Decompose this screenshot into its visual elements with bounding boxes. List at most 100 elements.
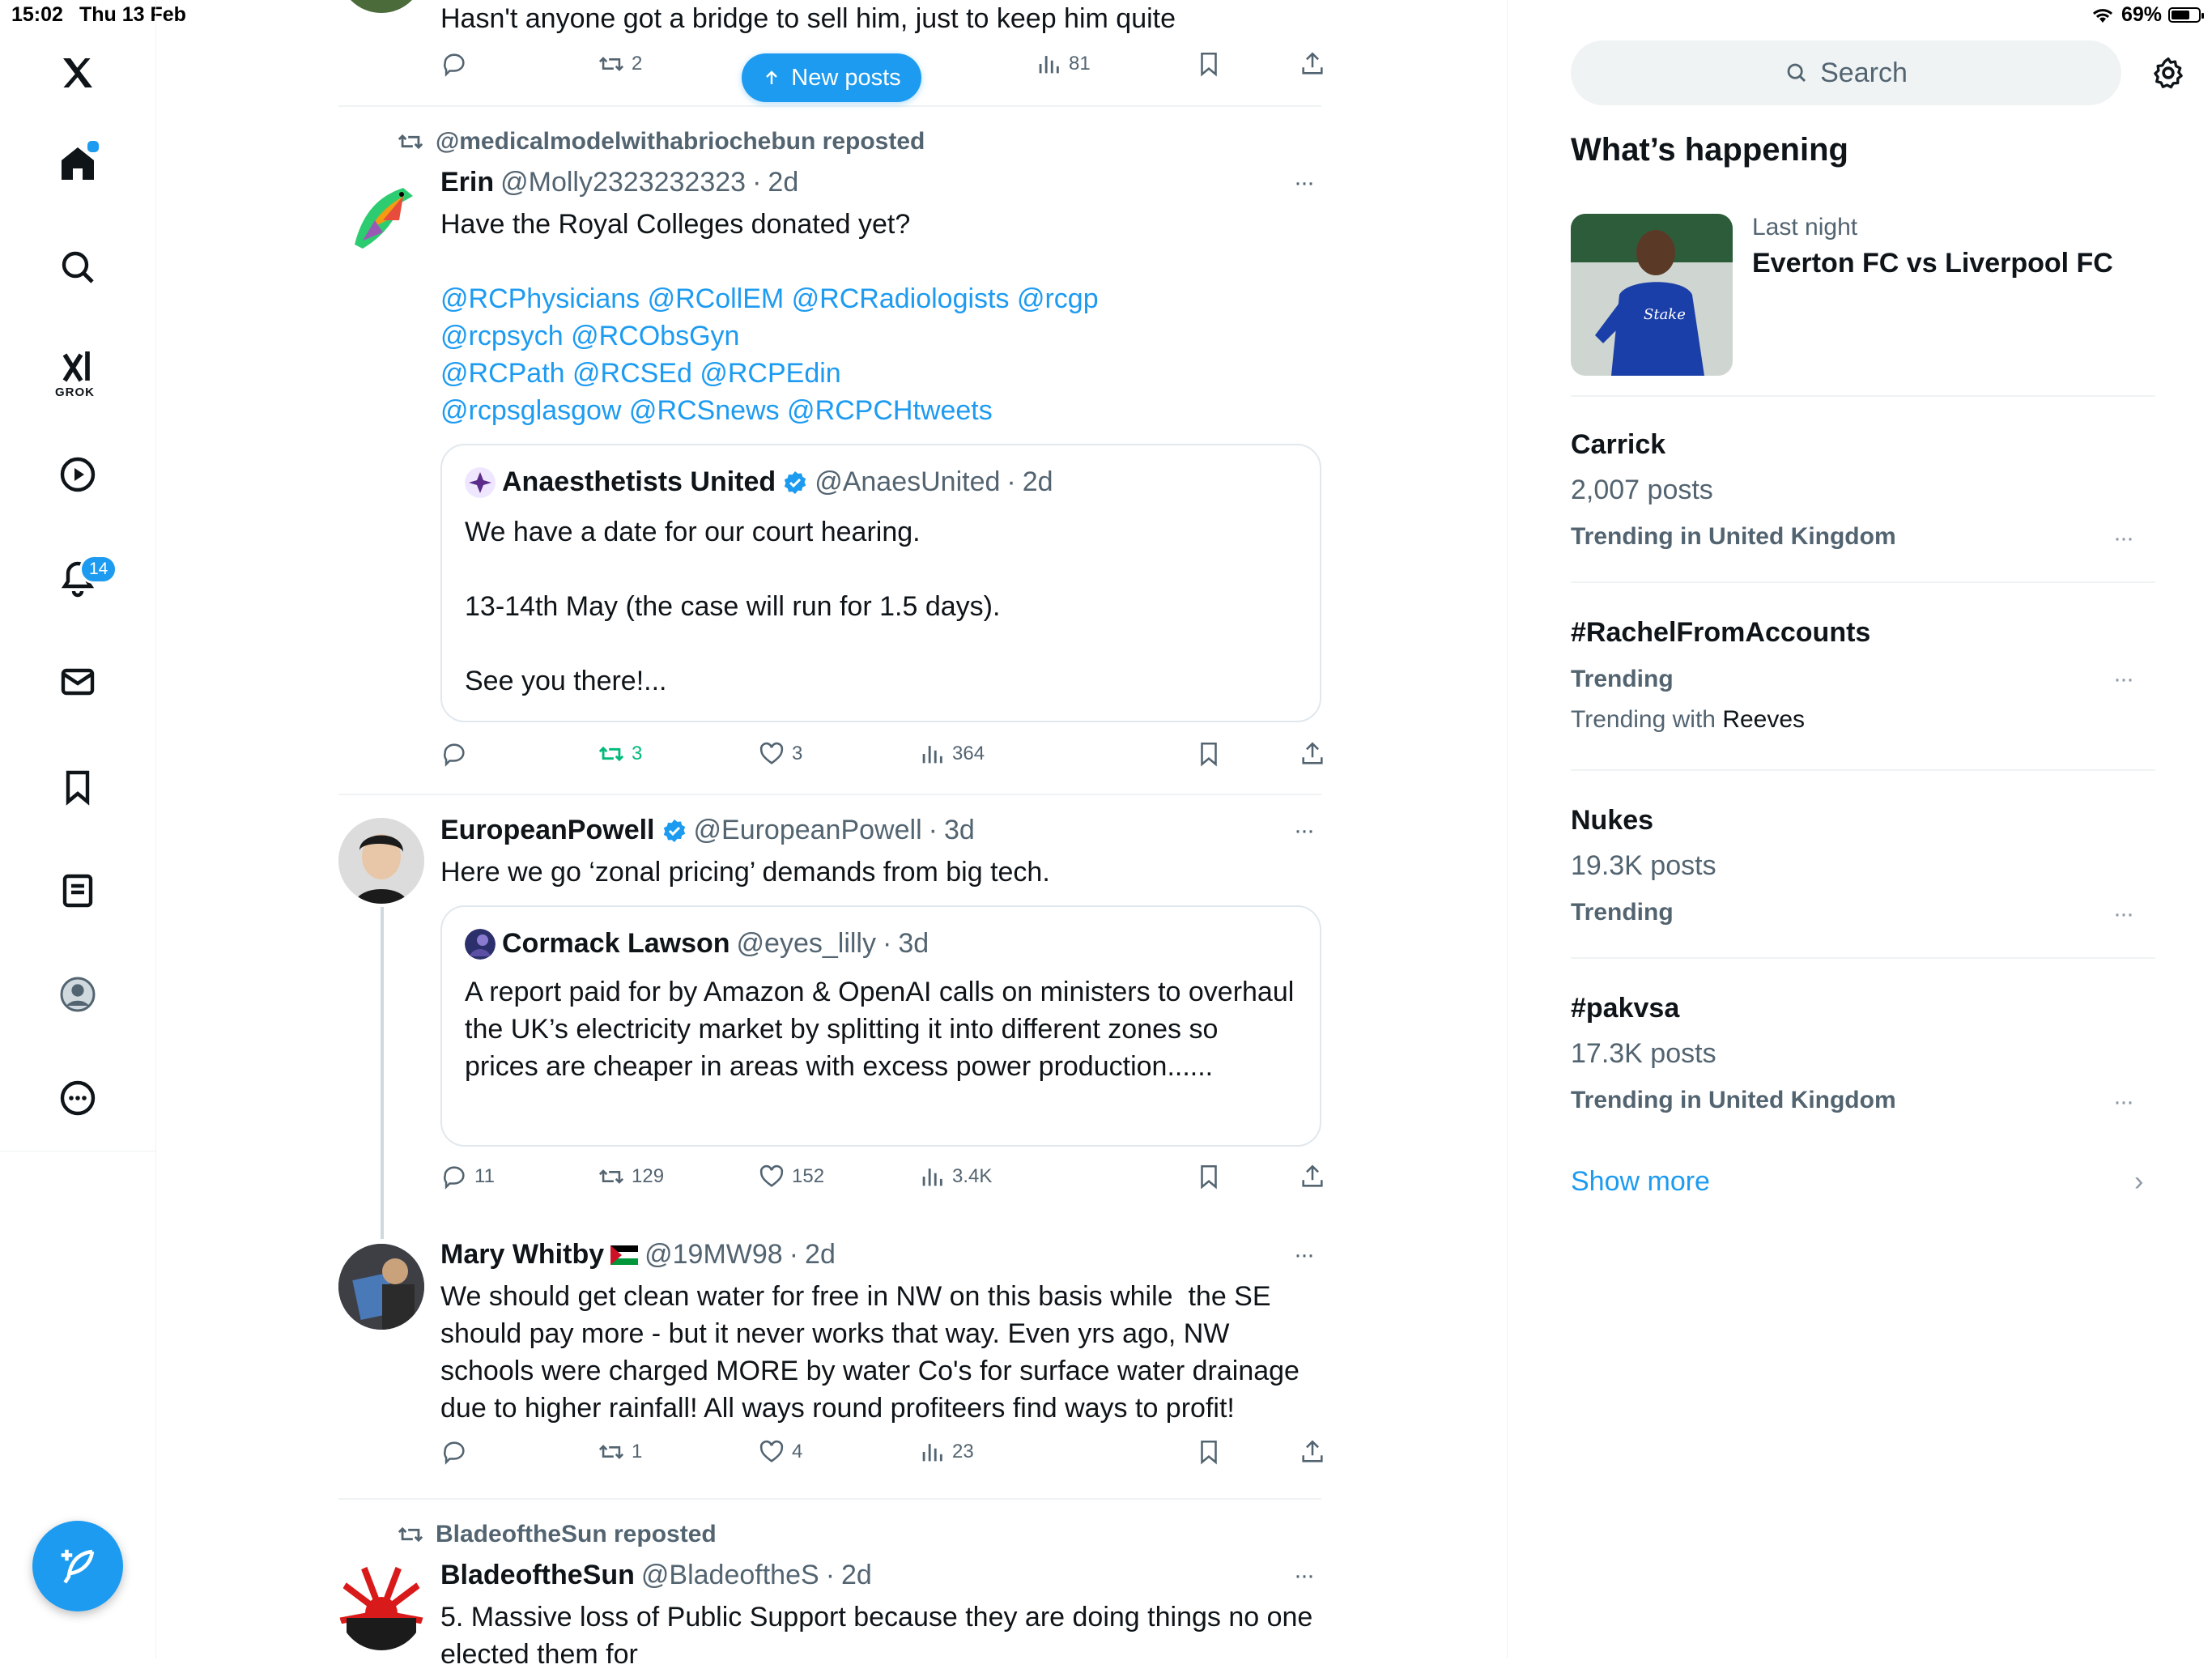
more-icon[interactable]: [42, 1062, 113, 1134]
trend-more-icon[interactable]: ···: [2113, 1088, 2134, 1116]
author-handle[interactable]: @BladeoftheS: [641, 1560, 819, 1591]
repost-indicator[interactable]: @medicalmodelwithabriochebun reposted: [397, 128, 925, 155]
new-posts-button[interactable]: New posts: [742, 53, 921, 102]
post-text: We should get clean water for free in NW…: [440, 1281, 1308, 1424]
whats-happening-heading: What’s happening: [1571, 132, 1848, 168]
trend-title[interactable]: Nukes: [1571, 805, 1653, 836]
profile-icon[interactable]: [42, 959, 113, 1030]
retweet-button[interactable]: 129: [598, 1163, 664, 1190]
post-header: BladeoftheSun @BladeoftheS · 2d: [440, 1560, 872, 1591]
retweet-icon: [598, 1445, 624, 1459]
mention-line[interactable]: @RCPhysicians @RCollEM @RCRadiologists @…: [440, 280, 1323, 317]
post-time[interactable]: 2d: [841, 1560, 872, 1591]
bookmark-button[interactable]: [1195, 1438, 1223, 1466]
views-button[interactable]: 81: [1035, 50, 1091, 78]
trending-with-name[interactable]: Reeves: [1722, 706, 1805, 733]
x-logo[interactable]: [42, 37, 113, 109]
like-button[interactable]: 3: [758, 740, 802, 768]
avatar[interactable]: [338, 1244, 424, 1330]
post-text: Have the Royal Colleges donated yet?: [440, 209, 911, 240]
trend-title[interactable]: Carrick: [1571, 429, 1665, 461]
share-button[interactable]: [1299, 1163, 1326, 1190]
search-input[interactable]: Search: [1571, 40, 2121, 105]
home-unread-dot: [86, 139, 100, 154]
author-handle[interactable]: @EuropeanPowell: [694, 815, 922, 846]
home-icon[interactable]: [42, 128, 113, 199]
reply-button[interactable]: [440, 740, 468, 768]
repost-indicator[interactable]: BladeoftheSun reposted: [397, 1521, 717, 1548]
views-button[interactable]: 364: [918, 740, 985, 768]
post-time[interactable]: 3d: [944, 815, 975, 846]
post-more-icon[interactable]: ···: [1287, 819, 1320, 843]
views-button[interactable]: 3.4K: [918, 1163, 992, 1190]
palestine-flag-icon: [610, 1245, 639, 1265]
mention-line[interactable]: @RCPath @RCSEd @RCPEdin: [440, 355, 1323, 392]
column-divider: [1507, 0, 1508, 1658]
separator-dot: ·: [883, 928, 892, 959]
bookmark-button[interactable]: [1195, 1163, 1223, 1190]
post-time[interactable]: 2d: [805, 1239, 836, 1271]
gear-icon[interactable]: [2150, 55, 2186, 91]
mention-line[interactable]: @rcpsglasgow @RCSnews @RCPCHtweets: [440, 392, 1323, 429]
trend-post-count: 2,007 posts: [1571, 475, 1713, 505]
trend-title[interactable]: #RachelFromAccounts: [1571, 617, 1870, 649]
views-button[interactable]: 23: [918, 1438, 974, 1466]
like-button[interactable]: 152: [758, 1163, 824, 1190]
lists-icon[interactable]: [42, 855, 113, 926]
bookmark-icon[interactable]: [42, 751, 113, 823]
like-button[interactable]: 4: [758, 1438, 802, 1466]
trend-more-icon[interactable]: ···: [2113, 900, 2134, 928]
bookmark-button[interactable]: [1195, 50, 1223, 78]
chevron-right-icon[interactable]: ›: [2134, 1166, 2143, 1198]
author-name[interactable]: BladeoftheSun: [440, 1560, 635, 1591]
reply-button[interactable]: [440, 50, 468, 78]
notifications-badge: 14: [79, 555, 118, 584]
avatar[interactable]: [338, 172, 424, 258]
retweet-button[interactable]: 1: [598, 1438, 642, 1466]
anaesthetists-logo: [465, 466, 496, 498]
mail-icon[interactable]: [42, 646, 113, 717]
author-handle[interactable]: @Molly2323232323: [500, 167, 746, 198]
avatar[interactable]: [338, 818, 424, 904]
author-handle[interactable]: @19MW98: [644, 1239, 783, 1271]
post-actions: 1 4 23: [440, 1438, 1323, 1471]
show-more-link[interactable]: Show more: [1571, 1166, 1710, 1198]
reply-button[interactable]: [440, 1438, 468, 1466]
post-more-icon[interactable]: ···: [1287, 171, 1320, 195]
views-icon: [922, 1444, 942, 1462]
post-header: Mary Whitby @19MW98 · 2d: [440, 1239, 836, 1271]
post-time[interactable]: 2d: [768, 167, 798, 198]
post-more-icon[interactable]: ···: [1287, 1564, 1320, 1588]
avatar[interactable]: [338, 0, 424, 13]
video-icon[interactable]: [42, 439, 113, 510]
post-more-icon[interactable]: ···: [1287, 1243, 1320, 1267]
portrait-avatar-image: [338, 818, 424, 904]
bookmark-button[interactable]: [1195, 740, 1223, 768]
retweet-button[interactable]: 2: [598, 50, 642, 78]
author-name[interactable]: Erin: [440, 167, 494, 198]
quoted-post[interactable]: Cormack Lawson @eyes_lilly · 3d A report…: [440, 905, 1321, 1147]
event-title[interactable]: Everton FC vs Liverpool FC: [1752, 248, 2113, 279]
reply-icon: [444, 53, 465, 77]
share-button[interactable]: [1299, 50, 1326, 78]
trend-more-icon[interactable]: ···: [2113, 525, 2134, 552]
search-icon[interactable]: [42, 232, 113, 303]
quoted-post[interactable]: Anaesthetists United @AnaesUnited · 2d W…: [440, 444, 1321, 722]
author-name[interactable]: EuropeanPowell: [440, 815, 655, 846]
event-thumbnail[interactable]: Stake: [1571, 214, 1733, 376]
reply-button[interactable]: 11: [440, 1163, 495, 1190]
quote-text: A report paid for by Amazon & OpenAI cal…: [465, 977, 1302, 1082]
retweet-button[interactable]: 3: [598, 740, 642, 768]
post-actions: 3 3 364: [440, 740, 1323, 773]
status-indicators: 69%: [2091, 3, 2204, 27]
share-button[interactable]: [1299, 1438, 1326, 1466]
author-name[interactable]: Mary Whitby: [440, 1239, 604, 1271]
post-divider: [338, 794, 1321, 795]
trend-title[interactable]: #pakvsa: [1571, 993, 1679, 1024]
compose-button[interactable]: [32, 1521, 123, 1611]
avatar[interactable]: [338, 1564, 424, 1650]
share-button[interactable]: [1299, 740, 1326, 768]
post-actions: 11 129 152 3.4K: [440, 1163, 1323, 1195]
mention-line[interactable]: @rcpsych @RCObsGyn: [440, 317, 1323, 355]
trend-more-icon[interactable]: ···: [2113, 666, 2134, 693]
